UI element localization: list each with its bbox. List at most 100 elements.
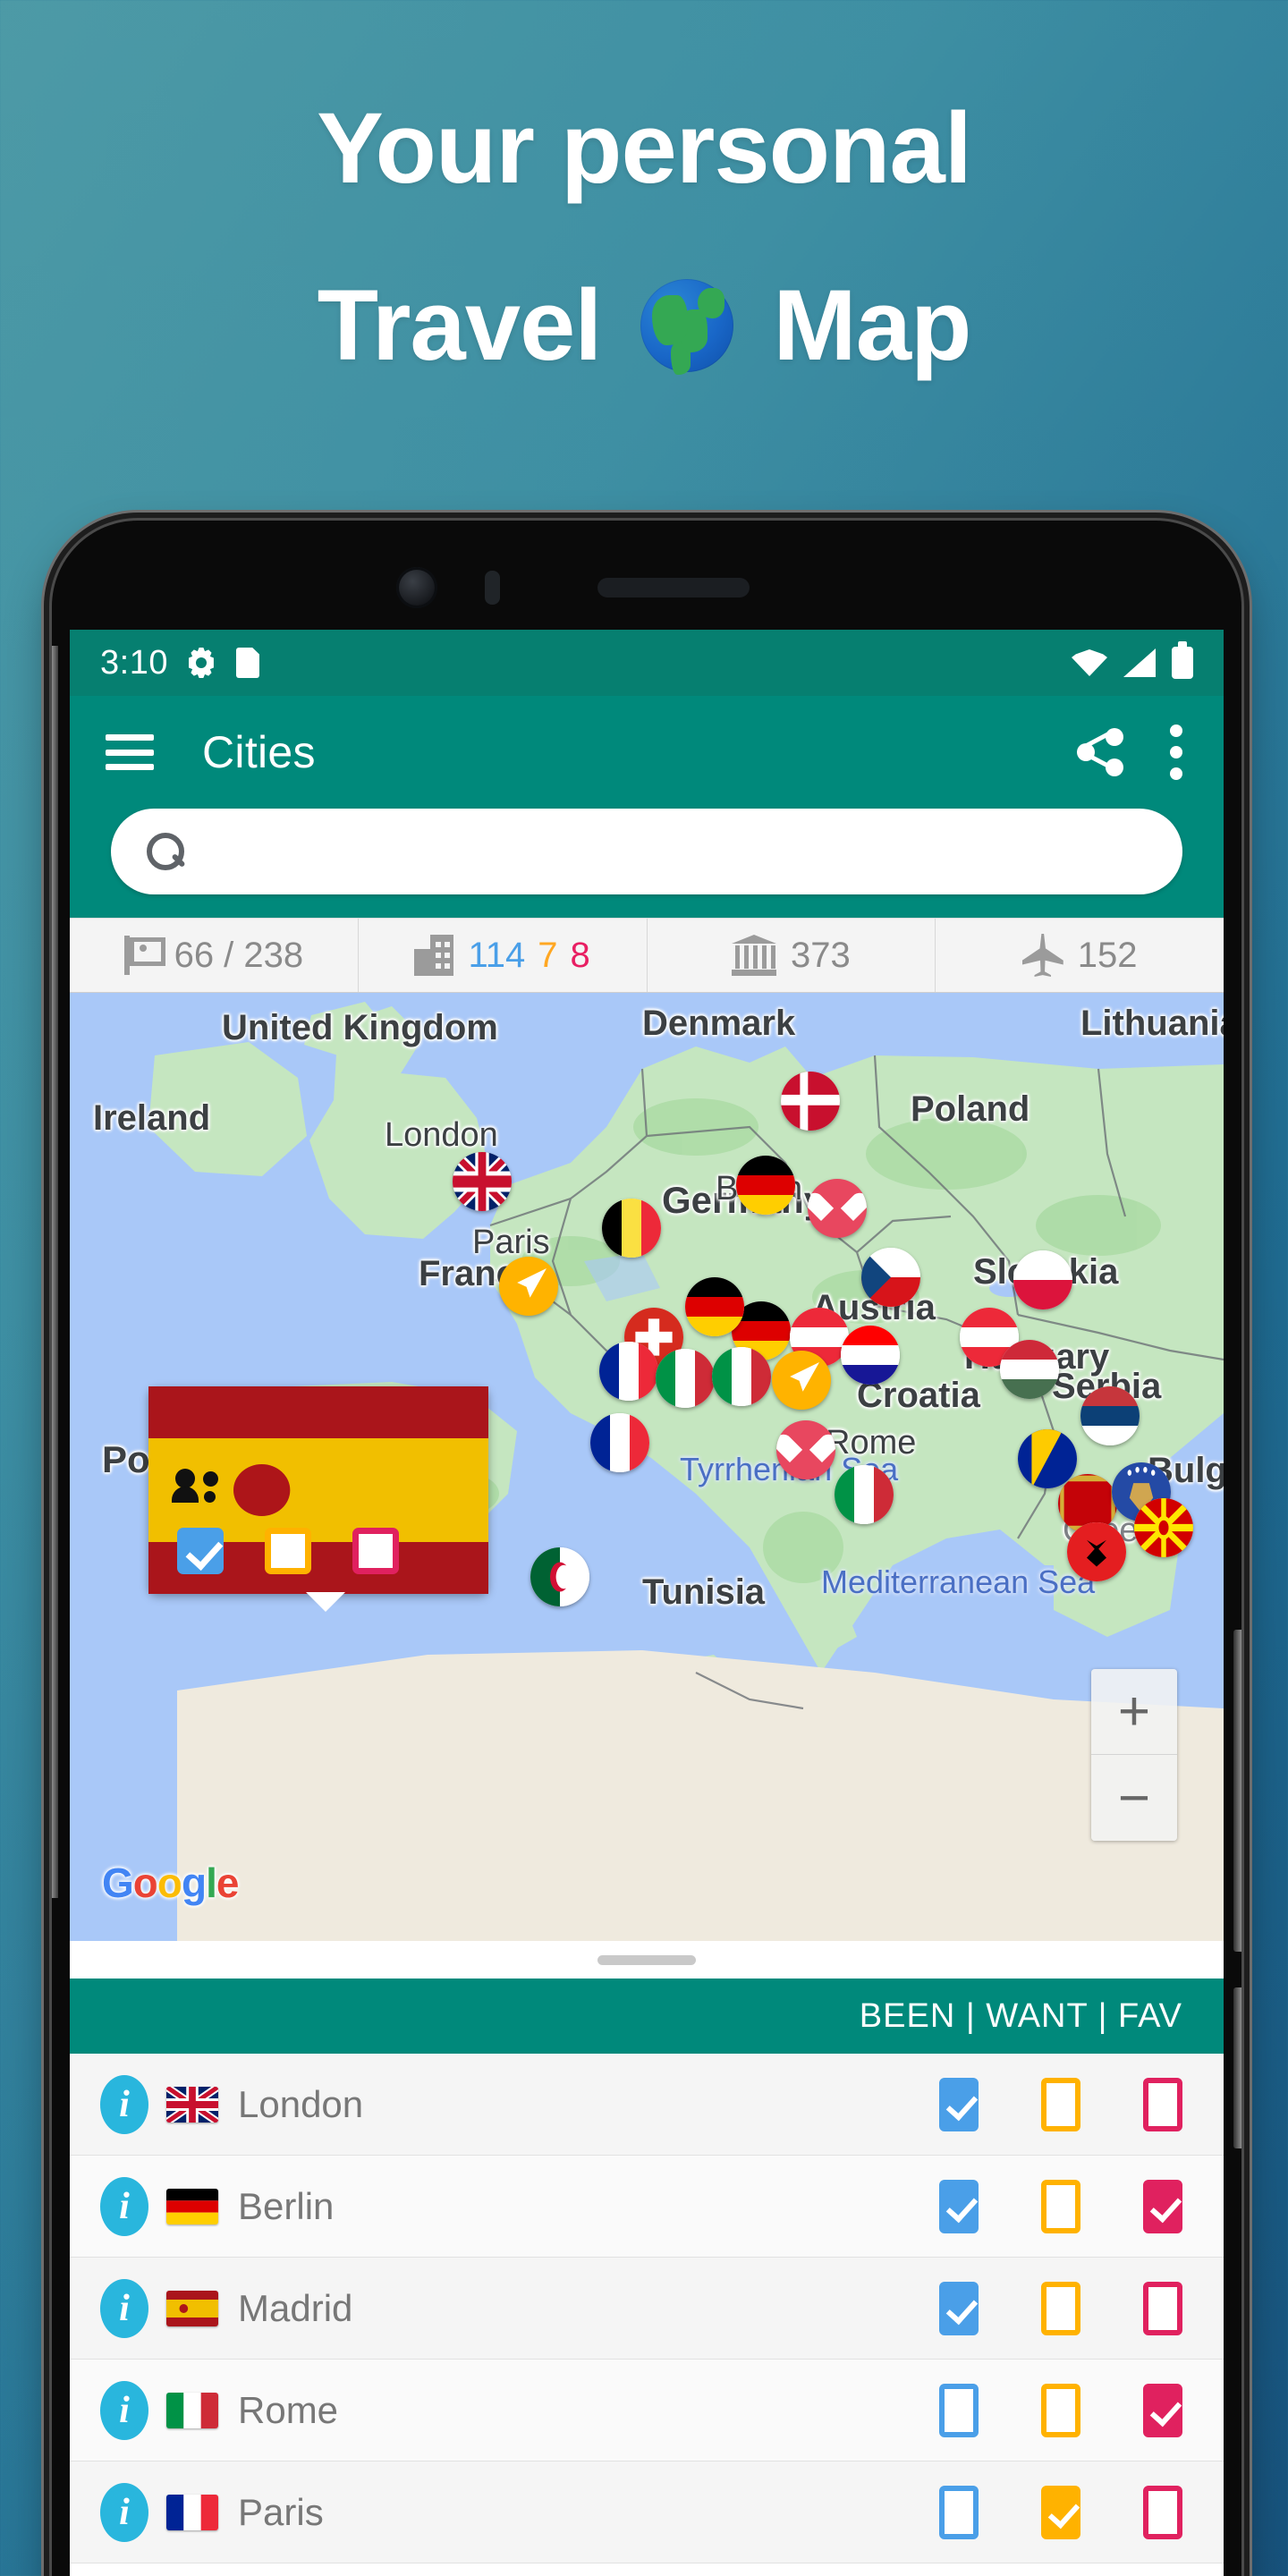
phone-screen: 3:10 Cities 66 / 238 114 7 8 373 152 Uni… <box>70 630 1224 2576</box>
map-label-poland: Poland <box>911 1089 1030 1129</box>
map-pin-denmark[interactable] <box>781 1072 840 1131</box>
stats-bar: 66 / 238 114 7 8 373 152 <box>70 918 1224 993</box>
row-want-checkbox[interactable] <box>1041 2485 1080 2539</box>
map-pin-france-south[interactable] <box>590 1413 649 1472</box>
map-pin-italy-rome[interactable] <box>835 1465 894 1524</box>
promo-line-2-right: Map <box>773 269 971 381</box>
phone-volume-button[interactable] <box>1233 1630 1241 1952</box>
table-row[interactable]: i Berlin <box>70 2156 1224 2258</box>
info-window-want-checkbox[interactable] <box>265 1528 311 1574</box>
info-icon[interactable]: i <box>100 2176 148 2236</box>
stat-countries[interactable]: 66 / 238 <box>70 919 359 992</box>
map-pin-algeria[interactable] <box>530 1547 589 1606</box>
map-view[interactable]: United Kingdom Ireland London Paris Denm… <box>70 993 1224 1941</box>
stat-cities-fav: 8 <box>570 935 590 975</box>
info-icon[interactable]: i <box>100 2074 148 2134</box>
flag-icon <box>123 936 165 975</box>
phone-power-button[interactable] <box>1233 1987 1241 2148</box>
map-pin-berlin-favorite[interactable] <box>808 1179 867 1238</box>
status-bar-left-icons <box>186 648 259 678</box>
map-pin-croatia[interactable] <box>841 1326 900 1385</box>
row-flag-icon <box>166 2392 218 2428</box>
wifi-icon <box>1072 649 1107 676</box>
zoom-in-button[interactable]: + <box>1091 1669 1177 1755</box>
info-icon[interactable]: i <box>100 2380 148 2440</box>
row-fav-checkbox[interactable] <box>1143 2281 1182 2335</box>
map-pin-albania[interactable] <box>1067 1522 1126 1581</box>
map-info-window[interactable]: Madrid 3,255,944 <box>148 1386 488 1612</box>
row-checkboxes <box>939 2179 1188 2233</box>
info-window-been-checkbox[interactable] <box>177 1528 224 1574</box>
search-input[interactable] <box>208 833 1147 870</box>
stat-unesco[interactable]: 373 <box>648 919 936 992</box>
row-flag-icon <box>166 2188 218 2224</box>
row-been-checkbox[interactable] <box>939 2281 979 2335</box>
table-row[interactable]: i London <box>70 2054 1224 2156</box>
map-pin-poland[interactable] <box>1013 1250 1072 1309</box>
zoom-out-button[interactable]: − <box>1091 1755 1177 1841</box>
map-pin-italy-north-2[interactable] <box>712 1347 771 1406</box>
front-camera-icon <box>396 567 437 608</box>
hamburger-menu-icon[interactable] <box>106 734 154 770</box>
row-been-checkbox[interactable] <box>939 2485 979 2539</box>
table-row[interactable]: i Rome <box>70 2360 1224 2462</box>
map-pin-germany-north[interactable] <box>736 1156 795 1215</box>
phone-bezel-left <box>52 646 58 1898</box>
stat-airports-value: 152 <box>1077 935 1138 975</box>
map-pin-germany-west[interactable] <box>685 1277 744 1336</box>
row-fav-checkbox[interactable] <box>1143 2383 1182 2437</box>
row-flag-icon <box>166 2086 218 2123</box>
info-window-fav-checkbox[interactable] <box>352 1528 399 1574</box>
signal-icon <box>1123 648 1156 677</box>
sensor-icon <box>485 571 500 605</box>
map-pin-venice-want[interactable] <box>772 1351 831 1410</box>
row-city-name: Paris <box>238 2490 324 2533</box>
map-label-london: London <box>385 1116 498 1154</box>
row-fav-checkbox[interactable] <box>1143 2179 1182 2233</box>
battery-icon <box>1172 641 1193 679</box>
row-want-checkbox[interactable] <box>1041 2077 1080 2131</box>
table-row[interactable]: i Madrid <box>70 2258 1224 2360</box>
map-pin-serbia[interactable] <box>1080 1386 1140 1445</box>
map-pin-italy-north[interactable] <box>656 1349 715 1408</box>
row-fav-checkbox[interactable] <box>1143 2077 1182 2131</box>
city-list-header: BEEN | WANT | FAV <box>70 1979 1224 2054</box>
table-row[interactable]: i Paris <box>70 2462 1224 2563</box>
map-pin-rome-favorite[interactable] <box>776 1420 835 1479</box>
row-city-name: London <box>238 2082 364 2125</box>
stat-cities-values: 114 7 8 <box>468 936 589 976</box>
map-pin-london[interactable] <box>453 1152 512 1211</box>
map-pin-czechia[interactable] <box>861 1248 920 1307</box>
search-bar[interactable] <box>111 809 1182 894</box>
more-vertical-icon[interactable] <box>1170 724 1182 780</box>
info-icon[interactable]: i <box>100 2278 148 2338</box>
info-icon[interactable]: i <box>100 2482 148 2542</box>
map-pin-paris[interactable] <box>499 1257 558 1316</box>
row-want-checkbox[interactable] <box>1041 2179 1080 2233</box>
share-icon[interactable] <box>1077 728 1123 776</box>
stat-countries-value: 66 / 238 <box>174 935 304 975</box>
map-pin-belgium[interactable] <box>602 1199 661 1258</box>
map-pin-north-macedonia[interactable] <box>1134 1498 1193 1557</box>
map-zoom-controls[interactable]: + − <box>1091 1669 1177 1841</box>
stat-cities[interactable]: 114 7 8 <box>359 919 648 992</box>
status-bar-time: 3:10 <box>100 643 168 682</box>
map-label-denmark: Denmark <box>642 1004 796 1043</box>
promo-line-2-left: Travel <box>317 269 603 381</box>
row-fav-checkbox[interactable] <box>1143 2485 1182 2539</box>
row-want-checkbox[interactable] <box>1041 2383 1080 2437</box>
unesco-icon <box>732 935 776 976</box>
map-label-lithuania: Lithuania <box>1080 1004 1224 1043</box>
stat-airports[interactable]: 152 <box>936 919 1224 992</box>
promo-headline: Your personal Travel Map <box>0 98 1288 376</box>
map-pin-hungary[interactable] <box>1000 1340 1059 1399</box>
row-been-checkbox[interactable] <box>939 2383 979 2437</box>
row-been-checkbox[interactable] <box>939 2179 979 2233</box>
airplane-icon <box>1021 934 1063 977</box>
gear-icon <box>186 648 216 678</box>
row-want-checkbox[interactable] <box>1041 2281 1080 2335</box>
map-pin-france-east[interactable] <box>599 1342 658 1401</box>
row-been-checkbox[interactable] <box>939 2077 979 2131</box>
row-flag-icon <box>166 2494 218 2530</box>
bottom-sheet-drag-handle[interactable] <box>70 1941 1224 1979</box>
